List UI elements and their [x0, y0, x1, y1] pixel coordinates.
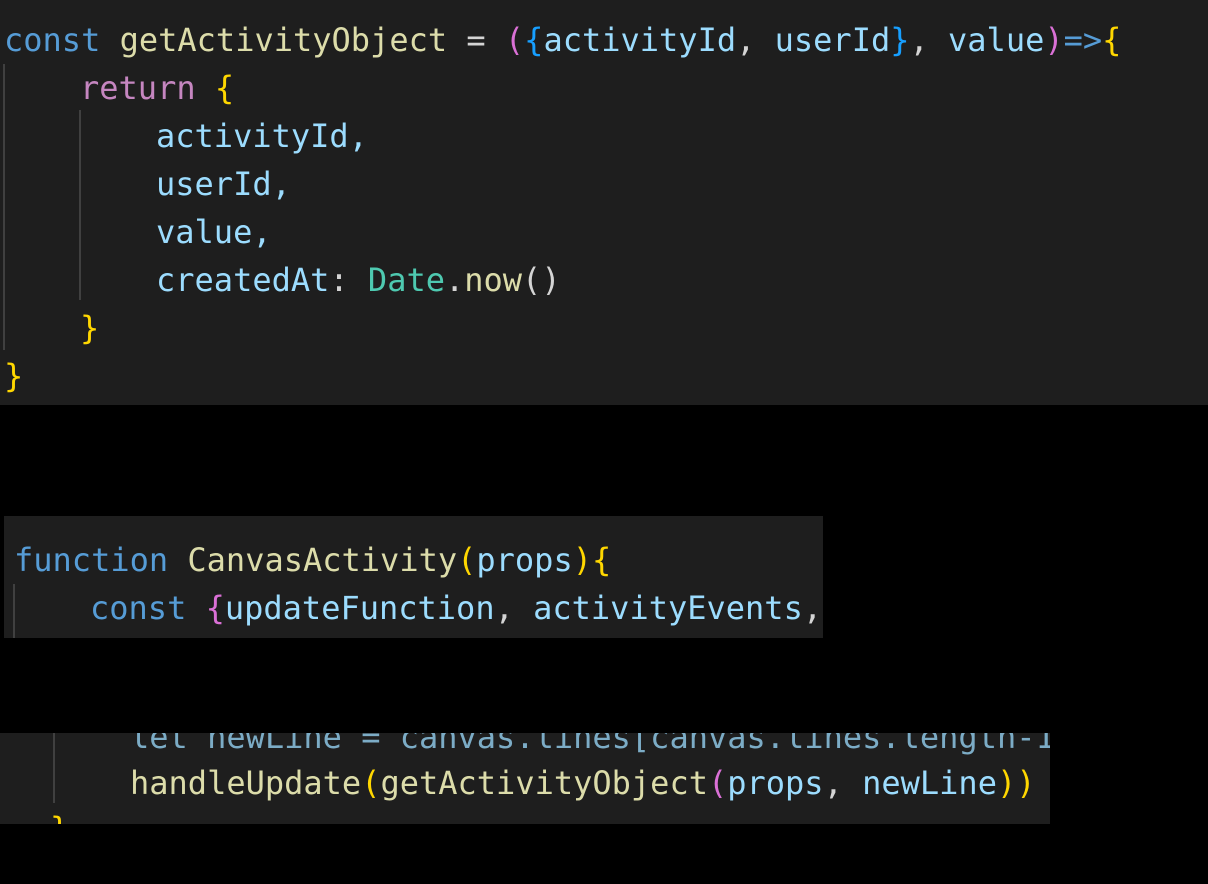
indent-guide-inner [79, 110, 81, 300]
code-line-2: return { [80, 69, 235, 107]
code-line-2: const {updateFunction, activityEvents, [90, 589, 823, 627]
code-line-cut-off: let newLine = canvas.lines[canvas.lines.… [130, 733, 1050, 756]
code-line-handle-update: handleUpdate(getActivityObject(props, ne… [130, 764, 1036, 802]
indent-guide [53, 733, 55, 803]
code-panel-get-activity-object: const getActivityObject = ({activityId, … [0, 0, 1208, 405]
code-line-4: userId, [156, 165, 291, 203]
code-line-6: createdAt: Date.now() [156, 261, 561, 299]
code-line-partial-brace: } [50, 805, 69, 824]
code-line-3: activityId, [156, 117, 368, 155]
indent-guide [13, 584, 15, 638]
code-line-1: function CanvasActivity(props){ [14, 541, 612, 579]
code-panel-handle-update: let newLine = canvas.lines[canvas.lines.… [0, 733, 1050, 824]
code-line-1: const getActivityObject = ({activityId, … [4, 21, 1122, 59]
code-line-5: value, [156, 213, 272, 251]
code-panel-canvas-activity: function CanvasActivity(props){ const {u… [4, 516, 823, 638]
indent-guide [3, 64, 5, 350]
code-line-8: } [4, 357, 24, 395]
code-line-7: } [80, 309, 100, 347]
